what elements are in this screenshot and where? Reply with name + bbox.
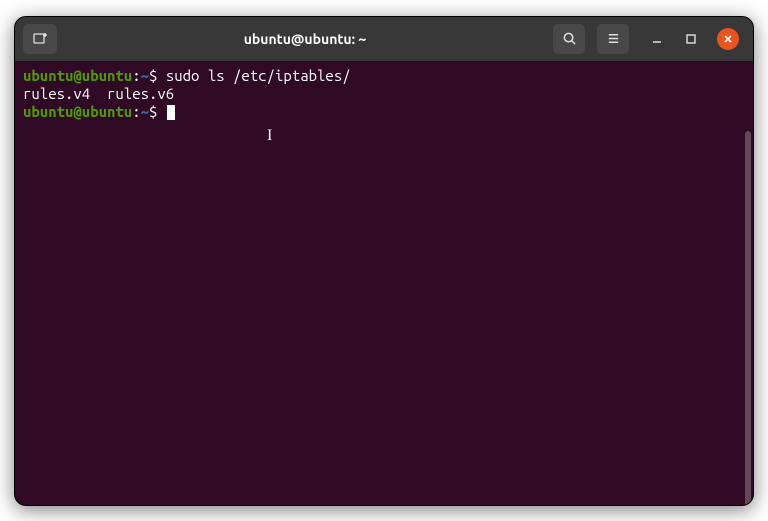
new-tab-icon: [32, 31, 48, 47]
titlebar: ubuntu@ubuntu: ~: [15, 17, 753, 61]
window-controls: [649, 28, 739, 50]
text-cursor-block: [167, 105, 175, 120]
new-tab-button[interactable]: [23, 24, 57, 54]
minimize-icon: [651, 33, 663, 45]
output-text: rules.v4 rules.v6: [23, 85, 174, 102]
ibeam-cursor-icon: I: [267, 127, 272, 145]
minimize-button[interactable]: [649, 31, 665, 47]
prompt-path: ~: [141, 67, 149, 84]
prompt-dollar: $: [149, 67, 166, 84]
search-button[interactable]: [553, 24, 585, 54]
prompt-path: ~: [141, 103, 149, 120]
close-button[interactable]: [717, 28, 739, 50]
terminal-line: ubuntu@ubuntu:~$: [23, 103, 745, 121]
command-text: sudo ls /etc/iptables/: [166, 67, 351, 84]
search-icon: [562, 31, 577, 46]
prompt-colon: :: [132, 103, 140, 120]
scrollbar[interactable]: [745, 131, 751, 506]
terminal-line: rules.v4 rules.v6: [23, 85, 745, 103]
prompt-colon: :: [132, 67, 140, 84]
maximize-icon: [685, 33, 697, 45]
prompt-user: ubuntu@ubuntu: [23, 67, 132, 84]
titlebar-right: [553, 24, 745, 54]
close-icon: [723, 34, 733, 44]
maximize-button[interactable]: [683, 31, 699, 47]
terminal-body[interactable]: ubuntu@ubuntu:~$ sudo ls /etc/iptables/ …: [15, 61, 753, 505]
terminal-window: ubuntu@ubuntu: ~: [14, 16, 754, 506]
hamburger-icon: [606, 31, 621, 46]
prompt-dollar: $: [149, 103, 166, 120]
titlebar-left: [23, 24, 57, 54]
terminal-line: ubuntu@ubuntu:~$ sudo ls /etc/iptables/: [23, 67, 745, 85]
window-title: ubuntu@ubuntu: ~: [65, 31, 545, 47]
menu-button[interactable]: [597, 24, 629, 54]
prompt-user: ubuntu@ubuntu: [23, 103, 132, 120]
